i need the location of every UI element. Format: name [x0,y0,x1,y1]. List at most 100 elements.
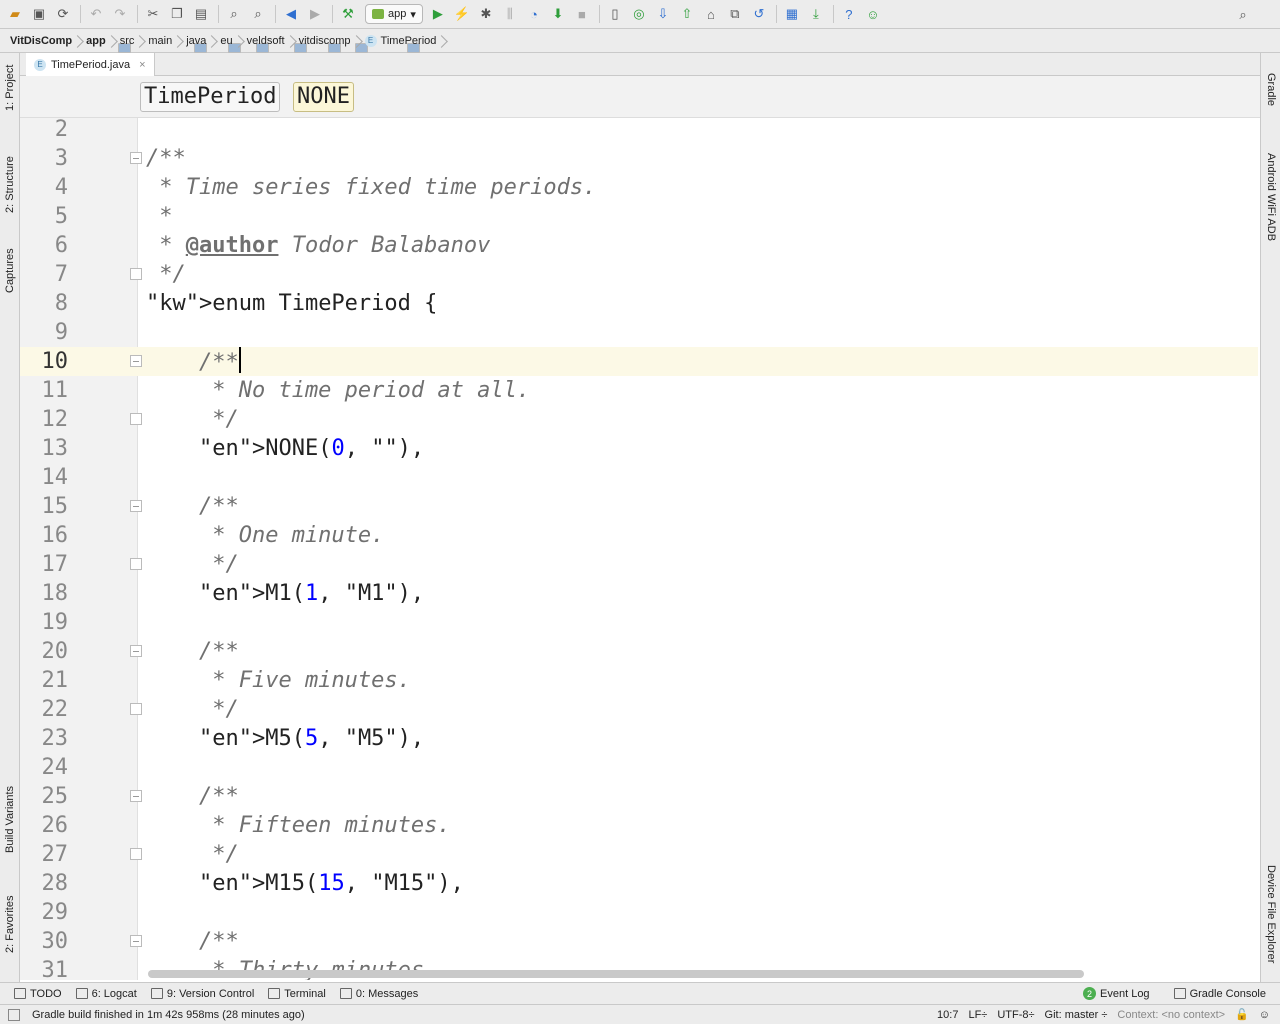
code-line[interactable]: 18 "en">M1(1, "M1"), [20,579,1258,608]
revert-icon[interactable]: ↺ [748,3,770,25]
code-line[interactable]: 26 * Fifteen minutes. [20,811,1258,840]
code-line[interactable]: 4 * Time series fixed time periods. [20,173,1258,202]
save-icon[interactable]: ▣ [28,3,50,25]
line-separator[interactable]: LF÷ [968,1009,987,1021]
android-icon[interactable]: ☺ [862,3,884,25]
lock-icon[interactable]: 🔓 [1235,1008,1249,1021]
build-icon[interactable]: ⚒ [337,3,359,25]
project-tool-tab[interactable]: 1: Project [4,65,16,111]
sync-gradle-icon[interactable]: ◎ [628,3,650,25]
vcs-commit-icon[interactable]: ⇧ [676,3,698,25]
terminal-tab[interactable]: Terminal [268,988,326,1000]
fold-collapse-icon[interactable] [130,645,142,657]
open-folder-icon[interactable]: ▰ [4,3,26,25]
member-chip[interactable]: NONE [293,82,354,112]
code-line[interactable]: 20 /** [20,637,1258,666]
git-branch[interactable]: Git: master ÷ [1045,1009,1108,1021]
close-icon[interactable]: × [139,59,145,71]
status-message[interactable]: Gradle build finished in 1m 42s 958ms (2… [32,1009,937,1021]
fold-end-icon[interactable] [130,848,142,860]
code-line[interactable]: 30 /** [20,927,1258,956]
breadcrumb-eu[interactable]: eu [218,35,342,53]
gradle-tool-tab[interactable]: Gradle [1265,73,1277,106]
code-line[interactable]: 10 /** [20,347,1258,376]
code-editor[interactable]: 2 3/** 4 * Time series fixed time periods.… [20,118,1260,980]
code-line[interactable]: 8 "kw">enum TimePeriod { [20,289,1258,318]
favorites-tool-tab[interactable]: 2: Favorites [4,896,16,953]
fold-end-icon[interactable] [130,703,142,715]
code-line[interactable]: 29 [20,898,1258,927]
fold-collapse-icon[interactable] [130,790,142,802]
logcat-tab[interactable]: 6: Logcat [75,988,137,1000]
tool-windows-toggle-icon[interactable] [8,1008,20,1021]
fold-collapse-icon[interactable] [130,355,142,367]
code-line[interactable]: 2 [20,118,1258,144]
event-log-tab[interactable]: 2 Event Log [1083,987,1150,1000]
code-line[interactable]: 12 */ [20,405,1258,434]
fold-collapse-icon[interactable] [130,500,142,512]
code-line[interactable]: 13 "en">NONE(0, ""), [20,434,1258,463]
code-line[interactable]: 15 /** [20,492,1258,521]
code-line[interactable]: 5 * [20,202,1258,231]
version-control-tab[interactable]: 9: Version Control [150,988,254,1000]
gradle-console-tab[interactable]: Gradle Console [1173,988,1266,1000]
code-line[interactable]: 7 */ [20,260,1258,289]
code-line[interactable]: 28 "en">M15(15, "M15"), [20,869,1258,898]
breadcrumb-timeperiod[interactable]: E TimePeriod [363,34,443,47]
forward-icon[interactable]: ▶ [304,3,326,25]
code-line[interactable]: 25 /** [20,782,1258,811]
debug-icon[interactable]: ✱ [475,3,497,25]
code-line[interactable]: 16 * One minute. [20,521,1258,550]
file-encoding[interactable]: UTF-8÷ [997,1009,1034,1021]
paste-icon[interactable]: ▤ [190,3,212,25]
run-icon[interactable]: ▶ [427,3,449,25]
structure-tool-tab[interactable]: 2: Structure [4,156,16,213]
vcs-update-icon[interactable]: ⇩ [652,3,674,25]
code-line[interactable]: 14 [20,463,1258,492]
back-icon[interactable]: ◀ [280,3,302,25]
search-everywhere-icon[interactable]: ⌕ [1232,4,1254,26]
breadcrumb-java[interactable]: java [184,35,308,53]
run-config-select[interactable]: app ▾ [365,4,423,24]
vcs-compare-icon[interactable]: ⧉ [724,3,746,25]
class-chip[interactable]: TimePeriod [140,82,281,112]
replace-icon[interactable]: ⌕ [247,3,269,25]
undo-icon[interactable]: ↶ [85,3,107,25]
vcs-history-icon[interactable]: ⌂ [700,3,722,25]
breadcrumb-project[interactable]: VitDisComp [8,35,131,53]
code-line[interactable]: 11 * No time period at all. [20,376,1258,405]
sync-icon[interactable]: ⟳ [52,3,74,25]
device-explorer-tool-tab[interactable]: Device File Explorer [1265,865,1277,963]
fold-collapse-icon[interactable] [130,935,142,947]
breadcrumb-veldsoft[interactable]: veldsoft [245,35,368,53]
breadcrumb-app[interactable]: app [84,35,208,53]
code-line[interactable]: 27 */ [20,840,1258,869]
code-line[interactable]: 24 [20,753,1258,782]
wifi-adb-tool-tab[interactable]: Android WiFi ADB [1265,153,1277,241]
code-line[interactable]: 17 */ [20,550,1258,579]
attach-debugger-icon[interactable]: ⫼ [499,3,521,25]
fold-collapse-icon[interactable] [130,152,142,164]
code-line[interactable]: 23 "en">M5(5, "M5"), [20,724,1258,753]
code-line[interactable]: 9 [20,318,1258,347]
captures-tool-tab[interactable]: Captures [4,248,16,293]
messages-tab[interactable]: 0: Messages [339,988,418,1000]
breadcrumb-src[interactable]: src [118,35,241,53]
device-download-icon[interactable]: ⤓ [805,3,827,25]
code-line[interactable]: 22 */ [20,695,1258,724]
copy-icon[interactable]: ❐ [166,3,188,25]
inspector-icon[interactable]: ☺ [1259,1009,1270,1021]
fold-end-icon[interactable] [130,558,142,570]
code-line[interactable]: 3 /** [20,144,1258,173]
apply-changes-icon[interactable]: ⚡ [451,3,473,25]
todo-tab[interactable]: TODO [14,988,62,1000]
file-tab-timeperiod[interactable]: E TimePeriod.java × [26,53,155,76]
horizontal-scrollbar[interactable] [148,970,1084,978]
find-icon[interactable]: ⌕ [223,3,245,25]
fold-end-icon[interactable] [130,413,142,425]
redo-icon[interactable]: ↷ [109,3,131,25]
stop-icon[interactable]: ■ [571,3,593,25]
caret-position[interactable]: 10:7 [937,1009,958,1021]
code-line[interactable]: 6 * @author Todor Balabanov [20,231,1258,260]
sdk-manager-icon[interactable]: ⬇ [547,3,569,25]
